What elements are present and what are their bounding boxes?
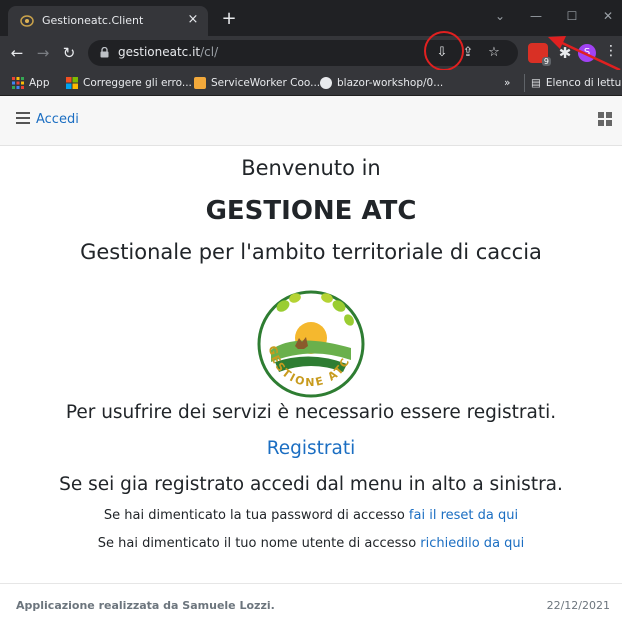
register-link[interactable]: Registrati [0, 438, 622, 459]
app-name-heading: GESTIONE ATC [205, 196, 417, 226]
username-recovery-text: Se hai dimenticato il tuo nome utente di… [97, 536, 421, 551]
bookmarks-bar: App Correggere gli erro... ServiceWorker… [0, 70, 622, 96]
microsoft-icon [66, 77, 78, 89]
username-recovery-link[interactable]: richiedilo da qui [420, 536, 524, 551]
footer-credit: Applicazione realizzata da Samuele Lozzi… [16, 599, 275, 612]
username-recovery-line: Se hai dimenticato il tuo nome utente di… [0, 536, 622, 551]
apps-grid-icon [12, 77, 24, 89]
bookmark-serviceworker[interactable]: ServiceWorker Coo... [194, 74, 320, 92]
app-topbar: Accedi [0, 96, 622, 146]
password-reset-line: Se hai dimenticato la tua password di ac… [0, 508, 622, 523]
reading-list-label: Elenco di lettura [545, 77, 622, 89]
bookmark-correggere[interactable]: Correggere gli erro... [66, 74, 192, 92]
login-link[interactable]: Accedi [36, 112, 79, 127]
page-footer: Applicazione realizzata da Samuele Lozzi… [0, 583, 622, 628]
bookmark-label: blazor-workshop/0... [337, 77, 444, 89]
registration-notice: Per usufrire dei servizi è necessario es… [65, 402, 557, 423]
bookmark-label: Correggere gli erro... [83, 77, 192, 89]
welcome-text: Benvenuto in [241, 156, 381, 180]
bookmarks-overflow-button[interactable]: » [504, 74, 510, 92]
password-reset-link[interactable]: fai il reset da qui [409, 508, 518, 523]
overflow-label: » [504, 77, 511, 89]
bookmark-label: ServiceWorker Coo... [211, 77, 321, 89]
grid-menu-icon[interactable] [598, 112, 612, 126]
footer-date: 22/12/2021 [546, 599, 610, 612]
hamburger-menu-icon[interactable] [16, 112, 30, 124]
bookmark-apps[interactable]: App [12, 74, 50, 92]
reading-list-button[interactable]: ▤ Elenco di lettura [524, 74, 622, 92]
github-icon [320, 77, 332, 89]
subtitle-text: Gestionale per l'ambito territoriale di … [80, 240, 542, 264]
bookmark-label: App [29, 77, 50, 89]
already-registered-text: Se sei gia registrato accedi dal menu in… [59, 474, 563, 495]
bookmark-blazor-workshop[interactable]: blazor-workshop/0... [320, 74, 443, 92]
password-reset-text: Se hai dimenticato la tua password di ac… [103, 508, 409, 523]
reading-list-icon: ▤ [531, 77, 541, 89]
page-icon [194, 77, 206, 89]
gestione-atc-logo: GESTIONE ATC [257, 290, 365, 398]
